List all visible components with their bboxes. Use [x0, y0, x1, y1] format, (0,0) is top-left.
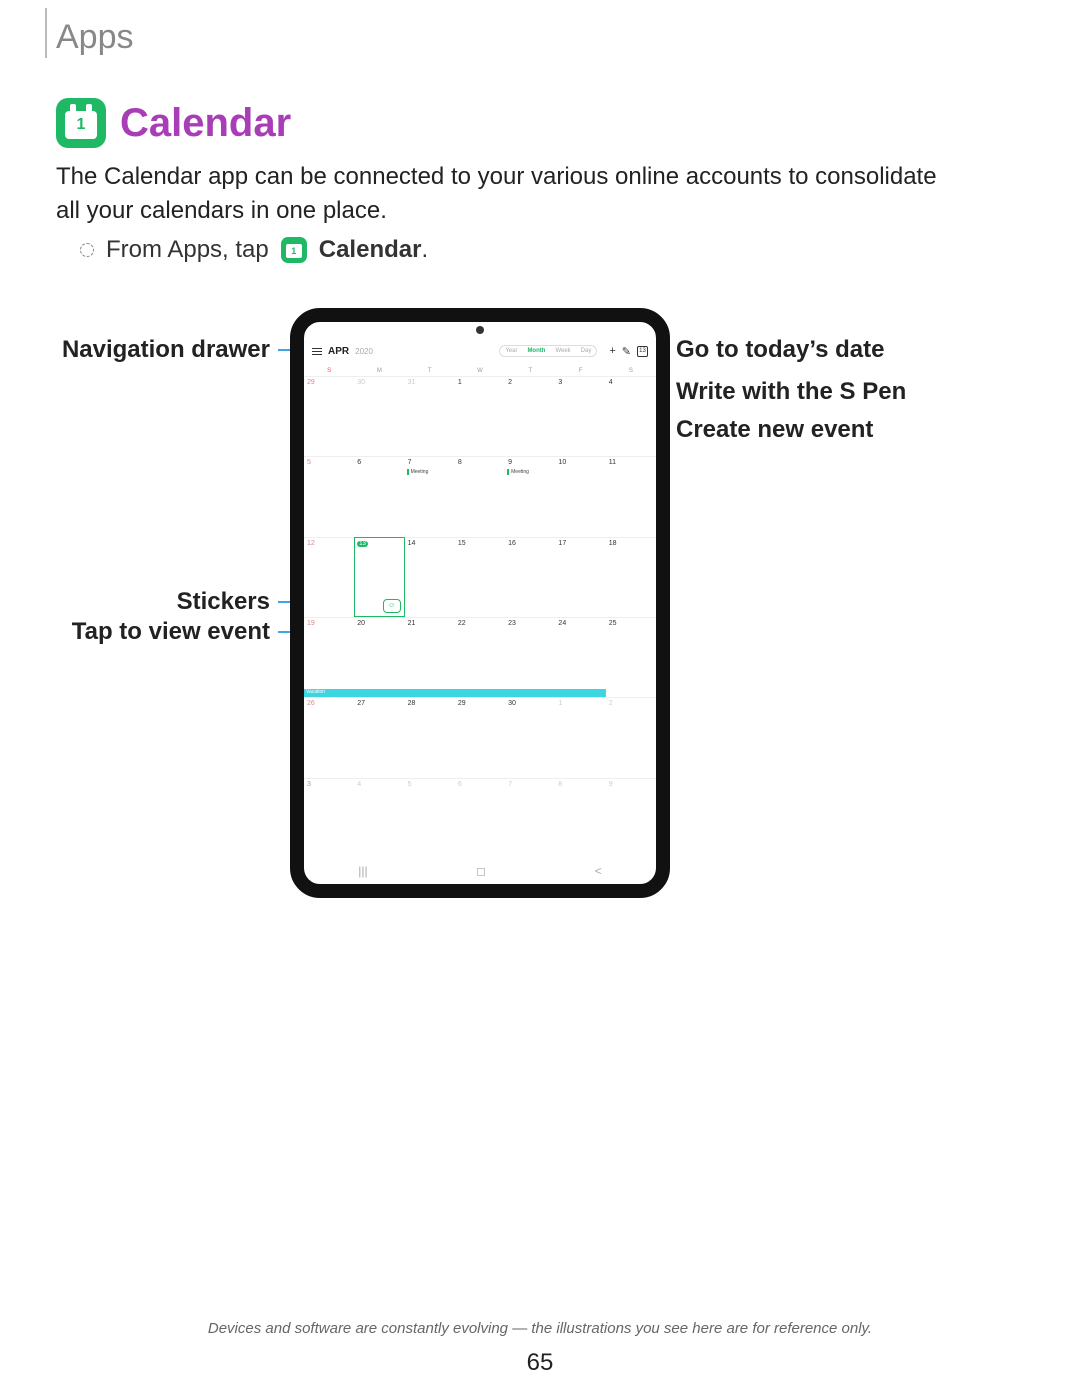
step-period: . [421, 236, 428, 263]
day-cell[interactable]: 9Meeting [505, 456, 555, 536]
day-cell[interactable]: 11 [606, 456, 656, 536]
day-cell[interactable]: 26 [304, 697, 354, 777]
view-week[interactable]: Week [550, 346, 575, 356]
view-month[interactable]: Month [522, 346, 550, 356]
day-cell[interactable]: 16 [505, 537, 555, 617]
callout-nav-drawer: Navigation drawer [62, 336, 270, 364]
meeting-event[interactable]: Meeting [407, 469, 429, 475]
add-event-icon[interactable]: + [609, 345, 615, 357]
day-cell[interactable]: 5 [405, 778, 455, 858]
intro-paragraph: The Calendar app can be connected to you… [56, 160, 956, 227]
day-cell[interactable]: 2 [606, 697, 656, 777]
day-cell[interactable]: 9 [606, 778, 656, 858]
footnote: Devices and software are constantly evol… [0, 1320, 1080, 1337]
callout-stickers: Stickers [177, 588, 270, 616]
home-icon[interactable]: ◻ [476, 864, 486, 878]
week-row: 12 13 ☺ 14 15 16 17 18 [304, 537, 656, 617]
day-cell[interactable]: 29 [304, 376, 354, 456]
day-cell[interactable]: 19 [304, 617, 354, 697]
hamburger-icon[interactable] [312, 348, 322, 355]
back-icon[interactable]: < [595, 864, 602, 878]
day-cell[interactable]: 1 [555, 697, 605, 777]
sticker-icon[interactable]: ☺ [383, 599, 401, 613]
section-header: Apps [56, 18, 134, 57]
day-cell[interactable]: 28 [405, 697, 455, 777]
camera-notch [476, 326, 484, 334]
week-row: 26 27 28 29 30 1 2 [304, 697, 656, 777]
day-cell[interactable]: 17 [555, 537, 605, 617]
step-app-name: Calendar [319, 236, 422, 263]
day-cell[interactable]: 3 [304, 778, 354, 858]
nav-bar: ||| ◻ < [304, 858, 656, 884]
spen-icon[interactable]: ✎ [622, 345, 631, 358]
meeting-event[interactable]: Meeting [507, 469, 529, 475]
view-day[interactable]: Day [576, 346, 597, 356]
day-cell[interactable]: 8 [555, 778, 605, 858]
day-cell[interactable]: 2 [505, 376, 555, 456]
week-row: 29 30 31 1 2 3 4 [304, 376, 656, 456]
day-cell[interactable]: 8 [455, 456, 505, 536]
day-cell[interactable]: 14 [405, 537, 455, 617]
day-cell[interactable]: 21 [405, 617, 455, 697]
week-row: 3 4 5 6 7 8 9 [304, 778, 656, 858]
recent-apps-icon[interactable]: ||| [358, 864, 367, 878]
vacation-event-bar[interactable]: Vacation [304, 689, 606, 697]
callout-spen: Write with the S Pen [676, 378, 906, 406]
day-cell[interactable]: 18 [606, 537, 656, 617]
page-title: Calendar [120, 101, 291, 146]
day-cell[interactable]: 23 [505, 617, 555, 697]
today-icon[interactable]: 13 [637, 346, 648, 357]
calendar-app-icon: 1 [56, 98, 106, 148]
day-cell[interactable]: 12 [304, 537, 354, 617]
view-switch[interactable]: Year Month Week Day [499, 345, 597, 357]
day-cell[interactable]: 27 [354, 697, 404, 777]
day-cell[interactable]: 24 [555, 617, 605, 697]
day-cell[interactable]: 5 [304, 456, 354, 536]
day-cell[interactable]: 4 [354, 778, 404, 858]
week-row: 5 6 7Meeting 8 9Meeting 10 11 [304, 456, 656, 536]
day-cell[interactable]: 6 [455, 778, 505, 858]
step-prefix: From Apps, tap [106, 236, 269, 264]
calendar-icon-number: 1 [65, 111, 97, 139]
today-number: 13 [357, 541, 368, 547]
day-cell[interactable]: 4 [606, 376, 656, 456]
callout-new-event: Create new event [676, 416, 873, 444]
current-year: 2020 [355, 347, 373, 356]
week-row: 19 20 21 22 23 24 25 Vacation [304, 617, 656, 697]
day-of-week-row: SMTWTFS [304, 366, 656, 376]
today-cell[interactable]: 13 ☺ [354, 537, 404, 617]
tablet-device-frame: APR 2020 Year Month Week Day + ✎ 13 SMTW… [290, 308, 670, 898]
section-rule [45, 8, 47, 58]
top-action-icons: + ✎ 13 [609, 345, 648, 358]
current-month[interactable]: APR [328, 346, 349, 357]
day-cell[interactable]: 30 [505, 697, 555, 777]
day-cell[interactable]: 6 [354, 456, 404, 536]
step-instruction: From Apps, tap 1 Calendar. [80, 236, 428, 264]
title-row: 1 Calendar [56, 98, 291, 148]
day-cell[interactable]: 25 [606, 617, 656, 697]
day-cell[interactable]: 29 [455, 697, 505, 777]
bullet-icon [80, 243, 94, 257]
calendar-mini-icon: 1 [281, 237, 307, 263]
page-number: 65 [0, 1349, 1080, 1377]
day-cell[interactable]: 31 [405, 376, 455, 456]
callout-today: Go to today’s date [676, 336, 884, 364]
day-cell[interactable]: 7Meeting [405, 456, 455, 536]
view-year[interactable]: Year [500, 346, 522, 356]
day-cell[interactable]: 22 [455, 617, 505, 697]
calendar-top-bar: APR 2020 Year Month Week Day + ✎ 13 [304, 336, 656, 366]
calendar-screen: APR 2020 Year Month Week Day + ✎ 13 SMTW… [304, 336, 656, 884]
day-cell[interactable]: 15 [455, 537, 505, 617]
day-cell[interactable]: 1 [455, 376, 505, 456]
day-cell[interactable]: 7 [505, 778, 555, 858]
day-cell[interactable]: 3 [555, 376, 605, 456]
day-cell[interactable]: 10 [555, 456, 605, 536]
day-cell[interactable]: 20 [354, 617, 404, 697]
callout-tap-view: Tap to view event [72, 618, 270, 646]
day-cell[interactable]: 30 [354, 376, 404, 456]
